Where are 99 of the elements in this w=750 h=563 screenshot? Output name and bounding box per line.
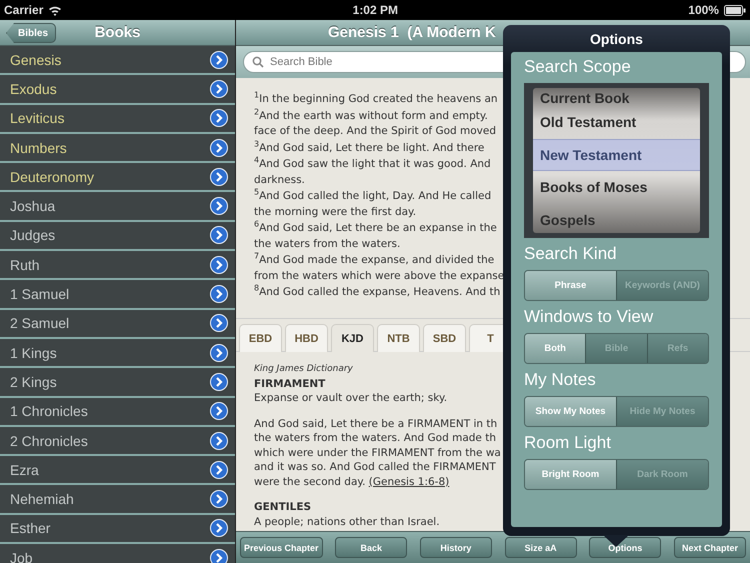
scope-picker[interactable]: Current Book Old Testament New Testament Books of Moses Gospels xyxy=(524,83,709,238)
book-name: Exodus xyxy=(10,80,57,97)
verse-text: $^{6}$And God said, Let there be an expanse in the the waters from the waters. xyxy=(254,221,497,252)
section-label: Search Kind xyxy=(524,244,618,264)
disclosure-icon[interactable] xyxy=(210,314,228,332)
chapter-title: Genesis 1 (A Modern K xyxy=(328,24,496,41)
book-name: 2 Chronicles xyxy=(10,432,88,448)
book-name: Judges xyxy=(10,227,56,244)
dictionary-tab[interactable]: SBD xyxy=(423,324,466,352)
verse-text: $^{5}$And God called the light, Day. And He called the morning were the first day. xyxy=(254,189,492,220)
book-item[interactable]: Exodus xyxy=(0,75,235,105)
disclosure-icon[interactable] xyxy=(210,50,228,69)
book-name: Joshua xyxy=(10,198,56,214)
carrier-label: Carrier xyxy=(4,3,44,17)
disclosure-icon[interactable] xyxy=(210,548,228,563)
battery-icon xyxy=(724,4,746,16)
book-item[interactable]: Judges xyxy=(0,222,235,252)
book-name: Genesis xyxy=(10,52,62,68)
entry-term: GENTILES xyxy=(254,500,312,514)
book-item[interactable]: Genesis xyxy=(0,46,235,76)
wifi-icon xyxy=(48,4,62,16)
toolbar-button[interactable]: Next Chapter xyxy=(674,537,746,558)
toolbar-button[interactable]: History xyxy=(420,537,492,558)
disclosure-icon[interactable] xyxy=(210,168,228,186)
verse-text: $^{1}$In the beginning God created the heavens an xyxy=(254,92,498,107)
disclosure-icon[interactable] xyxy=(210,432,228,450)
book-item[interactable]: 1 Chronicles xyxy=(0,398,235,427)
toolbar-button[interactable]: Back xyxy=(335,537,408,558)
book-item[interactable]: 1 Kings xyxy=(0,338,235,368)
picker-option[interactable]: Current Book xyxy=(533,88,700,106)
entry-definition: Expanse or vault over the earth; sky. xyxy=(254,391,448,406)
book-name: Ruth xyxy=(10,256,40,273)
verse-text: $^{4}$And God saw the light that it was good. And darkness. xyxy=(254,157,491,188)
picker-option[interactable]: Old Testament xyxy=(533,106,700,138)
book-item[interactable]: Leviticus xyxy=(0,104,235,134)
entry-example: And God said, Let there be a FIRMAMENT in th the waters from the waters. And God made th which were under the FIRMAMENT from the wa and it was so. And God called the FIRMAMENT were the second day. (Genesis 1:6-8) xyxy=(254,416,501,489)
book-name: 1 Samuel xyxy=(10,286,70,302)
picker-option[interactable]: Books of Moses xyxy=(533,171,700,204)
book-item[interactable]: 2 Kings xyxy=(0,368,235,398)
book-name: Job xyxy=(10,550,33,563)
sidebar-title: Books xyxy=(94,24,140,41)
disclosure-icon[interactable] xyxy=(210,402,228,420)
section-label: Room Light xyxy=(524,433,612,453)
book-item[interactable]: Esther xyxy=(0,514,235,544)
book-name: 2 Samuel xyxy=(10,315,70,332)
section-label: My Notes xyxy=(524,370,597,390)
book-item[interactable]: 2 Samuel xyxy=(0,310,235,339)
book-item[interactable]: Deuteronomy xyxy=(0,163,235,192)
toolbar-button[interactable]: Options xyxy=(589,537,662,558)
book-name: Esther xyxy=(10,520,50,536)
clock-time: 1:02 PM xyxy=(352,3,398,17)
toolbar-button[interactable]: Previous Chapter xyxy=(240,537,323,558)
book-item[interactable]: 1 Samuel xyxy=(0,280,235,310)
book-name: Ezra xyxy=(10,462,39,478)
disclosure-icon[interactable] xyxy=(210,226,228,244)
verse-text: $^{3}$And God said, Let there be light. And there xyxy=(254,140,484,156)
battery-percent: 100% xyxy=(688,3,719,17)
disclosure-icon[interactable] xyxy=(210,256,228,274)
dictionary-tab[interactable]: NTB xyxy=(377,324,420,352)
entry-term: FIRMAMENT xyxy=(254,376,326,391)
verse-text: $^{7}$And God made the expanse, and divided the from the waters which were above the expanse xyxy=(254,253,504,284)
disclosure-icon[interactable] xyxy=(210,460,228,479)
book-name: Deuteronomy xyxy=(10,168,94,185)
entry-definition: A people; nations other than Israel. xyxy=(254,514,440,529)
disclosure-icon[interactable] xyxy=(210,197,228,216)
book-name: 2 Kings xyxy=(10,374,57,390)
disclosure-icon[interactable] xyxy=(210,109,228,128)
book-name: 1 Kings xyxy=(10,344,57,361)
book-item[interactable]: Ezra xyxy=(0,456,235,486)
disclosure-icon[interactable] xyxy=(210,490,228,508)
nav-back-button[interactable]: Bibles xyxy=(6,23,56,43)
dictionary-tab[interactable]: EBD xyxy=(239,324,282,352)
disclosure-icon[interactable] xyxy=(210,344,228,362)
verse-text: $^{2}$And the earth was without form and empty. face of the deep. And the Spirit of God moved xyxy=(254,108,496,139)
picker-option[interactable]: Gospels xyxy=(533,204,700,233)
disclosure-icon[interactable] xyxy=(210,519,228,538)
popover-title: Options xyxy=(589,30,644,49)
book-name: Leviticus xyxy=(10,110,64,126)
book-item[interactable]: 2 Chronicles xyxy=(0,426,235,456)
book-item[interactable]: Numbers xyxy=(0,134,235,164)
book-item[interactable]: Nehemiah xyxy=(0,485,235,515)
picker-option[interactable]: New Testament xyxy=(533,138,700,171)
toolbar-button[interactable]: Size aA xyxy=(504,537,577,558)
book-item[interactable]: Ruth xyxy=(0,251,235,280)
dictionary-tab[interactable]: HBD xyxy=(285,324,328,352)
book-name: Nehemiah xyxy=(10,491,74,508)
book-name: 1 Chronicles xyxy=(10,403,88,420)
disclosure-icon[interactable] xyxy=(210,138,228,157)
section-label: Windows to View xyxy=(524,307,654,327)
reference-link[interactable]: (Genesis 1:6-8) xyxy=(368,476,450,488)
disclosure-icon[interactable] xyxy=(210,285,228,304)
search-icon xyxy=(252,56,264,68)
dictionary-tab[interactable]: KJD xyxy=(331,324,374,352)
book-name: Numbers xyxy=(10,140,67,156)
disclosure-icon[interactable] xyxy=(210,80,228,98)
dictionary-source: King James Dictionary xyxy=(254,363,353,376)
verse-text: $^{8}$And God called the expanse, Heavens. And th xyxy=(254,285,500,300)
disclosure-icon[interactable] xyxy=(210,372,228,391)
book-item[interactable]: Joshua xyxy=(0,192,235,222)
